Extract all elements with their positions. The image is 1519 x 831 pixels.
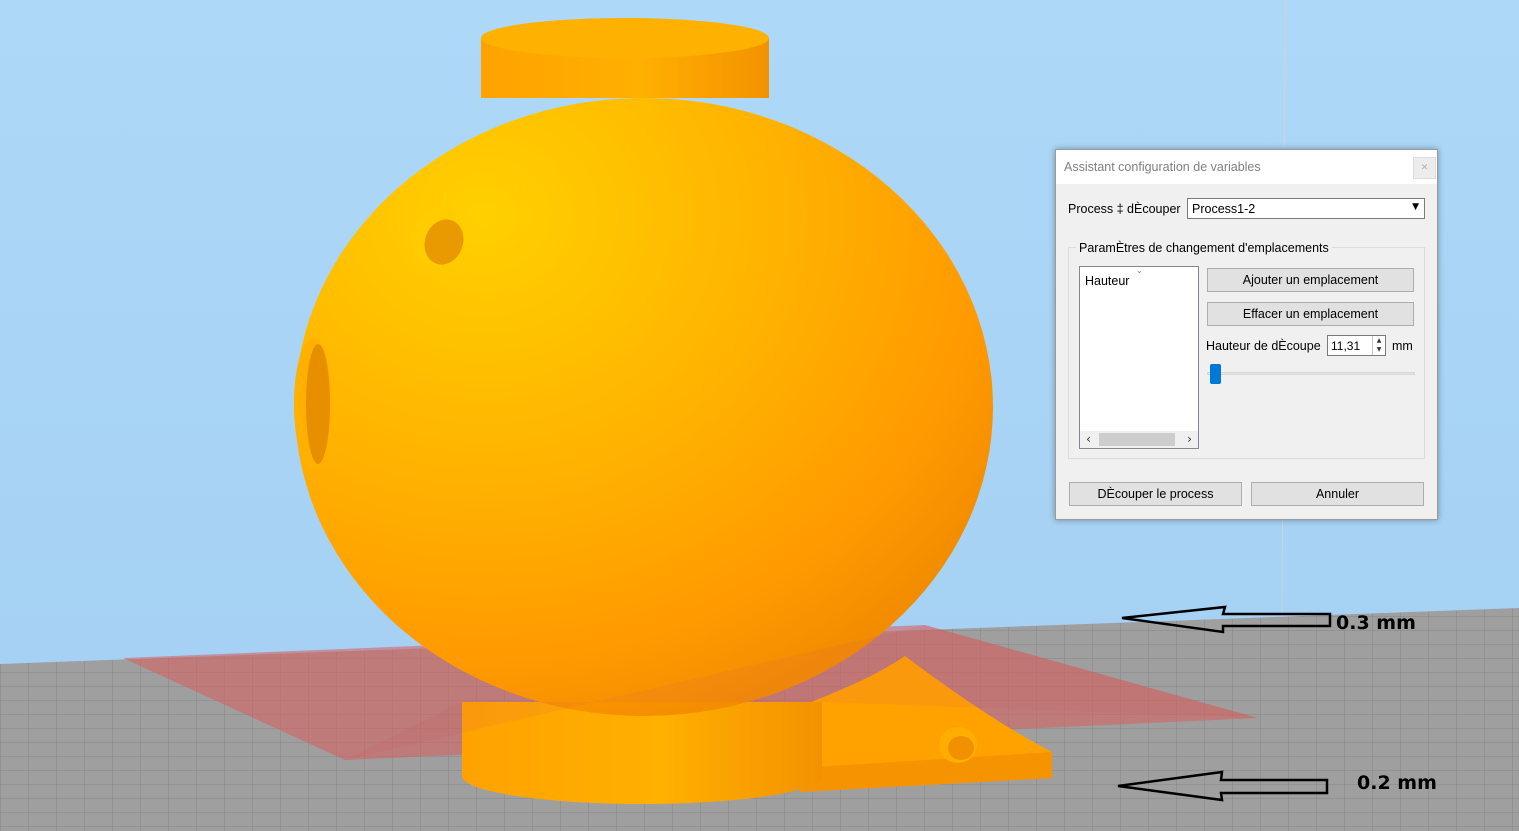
- delete-location-button[interactable]: Effacer un emplacement: [1207, 302, 1414, 326]
- list-item[interactable]: Hauteur: [1085, 274, 1129, 288]
- caret-icon: ⌄: [1136, 266, 1143, 275]
- horizontal-scrollbar[interactable]: ‹ ›: [1080, 431, 1198, 448]
- annotation-bottom-label: 0.2 mm: [1357, 772, 1437, 794]
- close-icon: ✕: [1420, 163, 1429, 173]
- sphere-hole-side-inner: [306, 344, 330, 464]
- cut-height-unit: mm: [1392, 339, 1413, 353]
- scroll-left-icon[interactable]: ‹: [1080, 431, 1097, 448]
- cut-height-label: Hauteur de dÈcoupe: [1206, 339, 1321, 353]
- chevron-up-icon[interactable]: ▲: [1373, 336, 1385, 345]
- close-button[interactable]: ✕: [1413, 157, 1436, 179]
- top-cylinder-cap: [481, 18, 769, 58]
- bottom-cylinder-rim: [462, 748, 822, 804]
- base-knob-shade: [948, 736, 974, 760]
- scroll-right-icon[interactable]: ›: [1181, 431, 1198, 448]
- stepper-buttons: ▲ ▼: [1372, 336, 1385, 355]
- chevron-down-icon: ▼: [1412, 202, 1419, 212]
- slider-thumb[interactable]: [1209, 364, 1221, 384]
- sphere-body: [295, 98, 993, 716]
- add-location-button[interactable]: Ajouter un emplacement: [1207, 268, 1414, 292]
- process-select-value: Process1-2: [1192, 202, 1256, 216]
- dialog-title: Assistant configuration de variables: [1064, 160, 1261, 174]
- annotation-top-label: 0.3 mm: [1336, 612, 1416, 634]
- cut-height-value: 11,31: [1331, 339, 1361, 353]
- dialog-titlebar[interactable]: Assistant configuration de variables ✕: [1056, 150, 1437, 184]
- cancel-button[interactable]: Annuler: [1251, 482, 1424, 506]
- chevron-down-icon[interactable]: ▼: [1373, 345, 1385, 354]
- scrollbar-thumb[interactable]: [1099, 433, 1175, 446]
- cut-height-stepper[interactable]: 11,31 ▲ ▼: [1327, 335, 1386, 356]
- split-process-button[interactable]: DÈcouper le process: [1069, 482, 1242, 506]
- cut-height-slider[interactable]: [1207, 372, 1415, 375]
- process-label: Process ‡ dÈcouper: [1068, 202, 1181, 216]
- group-label: ParamÈtres de changement d'emplacements: [1076, 241, 1332, 255]
- location-list[interactable]: ⌄ Hauteur ‹ ›: [1079, 266, 1199, 449]
- variable-config-dialog: Assistant configuration de variables ✕ P…: [1055, 149, 1438, 520]
- process-select[interactable]: Process1-2 ▼: [1187, 198, 1425, 219]
